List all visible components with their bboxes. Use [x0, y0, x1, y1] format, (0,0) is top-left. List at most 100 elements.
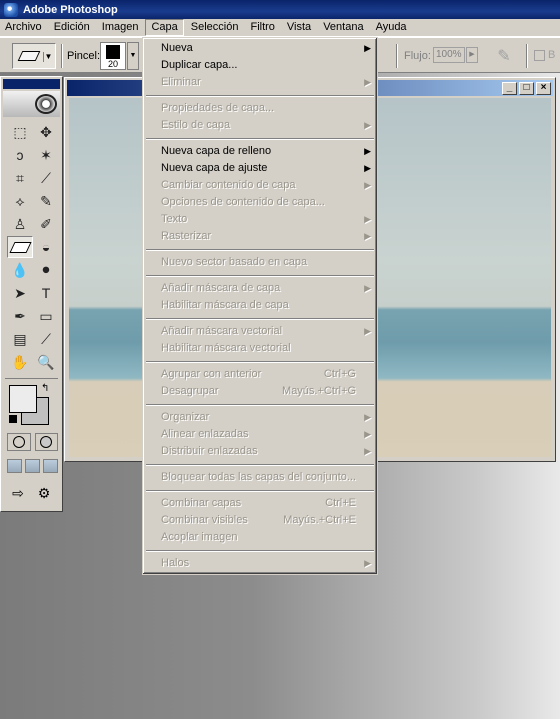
clone-stamp-icon[interactable]: ♙	[7, 213, 33, 235]
brush-dropdown-button[interactable]: ▼	[127, 42, 139, 70]
eyedropper-icon[interactable]: ⟋	[33, 328, 59, 350]
menu-item-bloquear-todas-las-capas-del-conjunto: Bloquear todas las capas del conjunto...	[143, 469, 377, 486]
menu-item-label: Agrupar con anterior	[161, 368, 262, 380]
airbrush-icon[interactable]: ✎	[492, 46, 516, 66]
eraser-icon	[17, 51, 41, 61]
minimize-button[interactable]: _	[502, 82, 517, 95]
menu-item-nueva-capa-de-relleno[interactable]: Nueva capa de relleno ▶	[143, 143, 377, 160]
standard-mode-button[interactable]	[7, 433, 31, 451]
menu-ventana[interactable]: Ventana	[318, 19, 368, 36]
brush-preview[interactable]: 20	[100, 42, 126, 70]
close-button[interactable]: ×	[536, 82, 551, 95]
jump-row: ⇨ ⚙	[7, 485, 62, 509]
menu-item-acoplar-imagen: Acoplar imagen	[143, 529, 377, 546]
menu-item-propiedades-de-capa: Propiedades de capa...	[143, 100, 377, 117]
menu-item-label: Opciones de contenido de capa...	[161, 196, 325, 208]
submenu-arrow-icon: ▶	[364, 120, 371, 130]
lasso-icon[interactable]: ↄ	[7, 144, 33, 166]
menu-item-texto: Texto ▶	[143, 211, 377, 228]
menu-item-label: Nuevo sector basado en capa	[161, 256, 308, 268]
type-icon[interactable]: T	[33, 282, 59, 304]
menu-item-label: Acoplar imagen	[161, 531, 238, 543]
eraser-icon[interactable]	[7, 236, 33, 258]
rectangle-icon[interactable]: ▭	[33, 305, 59, 327]
menu-edicion[interactable]: Edición	[49, 19, 95, 36]
chevron-down-icon: ▼	[43, 52, 53, 62]
menu-item-label: Alinear enlazadas	[161, 428, 249, 440]
menu-item-habilitar-mascara-vectorial: Habilitar máscara vectorial	[143, 340, 377, 357]
menu-imagen[interactable]: Imagen	[97, 19, 144, 36]
menu-separator	[143, 271, 377, 280]
menu-item-nueva-capa-de-ajuste[interactable]: Nueva capa de ajuste ▶	[143, 160, 377, 177]
blur-icon[interactable]: 💧	[7, 259, 33, 281]
pen-icon[interactable]: ✒	[7, 305, 33, 327]
notes-icon[interactable]: ▤	[7, 328, 33, 350]
menu-capa[interactable]: Capa	[145, 19, 184, 36]
menu-item-duplicar-capa[interactable]: Duplicar capa...	[143, 57, 377, 74]
options-checkbox[interactable]	[534, 50, 545, 61]
full-screen-menu-mode-icon[interactable]	[25, 459, 40, 473]
swap-colors-icon[interactable]: ↰	[41, 383, 49, 394]
tool-row: ⟡ ✎	[7, 190, 62, 213]
submenu-arrow-icon: ▶	[364, 77, 371, 87]
menu-item-nueva[interactable]: Nueva ▶	[143, 40, 377, 57]
crop-icon[interactable]: ⌗	[7, 167, 33, 189]
quick-mask-button[interactable]	[34, 433, 58, 451]
healing-brush-icon[interactable]: ⟡	[7, 190, 33, 212]
menu-item-shortcut: Ctrl+G	[323, 368, 356, 380]
menu-item-organizar: Organizar ▶	[143, 409, 377, 426]
eye-logo-icon	[35, 94, 57, 114]
menu-item-agrupar-con-anterior: Agrupar con anterior Ctrl+G	[143, 366, 377, 383]
dodge-icon[interactable]: ⚫	[33, 259, 59, 281]
submenu-arrow-icon: ▶	[364, 146, 371, 156]
menu-item-label: Habilitar máscara vectorial	[161, 342, 291, 354]
menu-item-desagrupar: Desagrupar Mayús.+Ctrl+G	[143, 383, 377, 400]
move-icon[interactable]: ✥	[33, 121, 59, 143]
full-screen-mode-icon[interactable]	[43, 459, 58, 473]
menu-separator	[143, 546, 377, 555]
default-colors-icon[interactable]	[9, 415, 17, 423]
app-title: Adobe Photoshop	[23, 3, 118, 16]
brush-size: 20	[107, 59, 118, 69]
maximize-button[interactable]: □	[519, 82, 534, 95]
options-divider	[396, 44, 398, 68]
submenu-arrow-icon: ▶	[364, 163, 371, 173]
brush-icon[interactable]: ✎	[33, 190, 59, 212]
magic-wand-icon[interactable]: ✶	[33, 144, 59, 166]
menu-item-label: Nueva capa de ajuste	[161, 162, 268, 174]
flow-input[interactable]: 100%	[433, 47, 465, 63]
flow-slider-button[interactable]: ▶	[466, 47, 478, 63]
menu-item-shortcut: Mayús.+Ctrl+E	[283, 514, 356, 526]
menu-filtro[interactable]: Filtro	[245, 19, 279, 36]
menu-vista[interactable]: Vista	[282, 19, 316, 36]
menu-item-label: Nueva capa de relleno	[161, 145, 272, 157]
menu-separator	[143, 245, 377, 254]
flow-label: Flujo:	[404, 50, 431, 62]
menu-ayuda[interactable]: Ayuda	[371, 19, 412, 36]
menu-separator	[143, 357, 377, 366]
foreground-color-swatch[interactable]	[9, 385, 37, 413]
imageready-icon[interactable]: ⚙	[33, 485, 55, 503]
submenu-arrow-icon: ▶	[364, 214, 371, 224]
submenu-arrow-icon: ▶	[364, 43, 371, 53]
menu-seleccion[interactable]: Selección	[186, 19, 244, 36]
standard-screen-mode-icon[interactable]	[7, 459, 22, 473]
toolbox-title-bar[interactable]	[3, 79, 60, 89]
menu-separator	[143, 91, 377, 100]
hand-icon[interactable]: ✋	[7, 351, 33, 373]
menu-archivo[interactable]: Archivo	[0, 19, 47, 36]
path-selection-icon[interactable]: ➤	[7, 282, 33, 304]
slice-icon[interactable]: ⟋	[33, 167, 59, 189]
marquee-icon[interactable]: ⬚	[7, 121, 33, 143]
jump-to-imageready-icon[interactable]: ⇨	[7, 485, 29, 503]
history-brush-icon[interactable]: ✐	[33, 213, 59, 235]
tool-preset-picker[interactable]: ▼	[12, 43, 56, 69]
app-title-bar: Adobe Photoshop	[0, 0, 560, 19]
tool-grid: ⬚ ✥ ↄ ✶ ⌗ ⟋ ⟡ ✎ ♙ ✐ ◒ 💧 ⚫ ➤ T ✒ ▭ ▤ ⟋ ✋ 🔍	[1, 121, 62, 374]
menu-item-opciones-de-contenido-de-capa: Opciones de contenido de capa...	[143, 194, 377, 211]
zoom-icon[interactable]: 🔍	[33, 351, 59, 373]
menu-item-label: Halos	[161, 557, 190, 569]
photoshop-logo[interactable]	[3, 91, 60, 117]
screen-mode-row	[7, 459, 62, 479]
paint-bucket-icon[interactable]: ◒	[33, 236, 59, 258]
